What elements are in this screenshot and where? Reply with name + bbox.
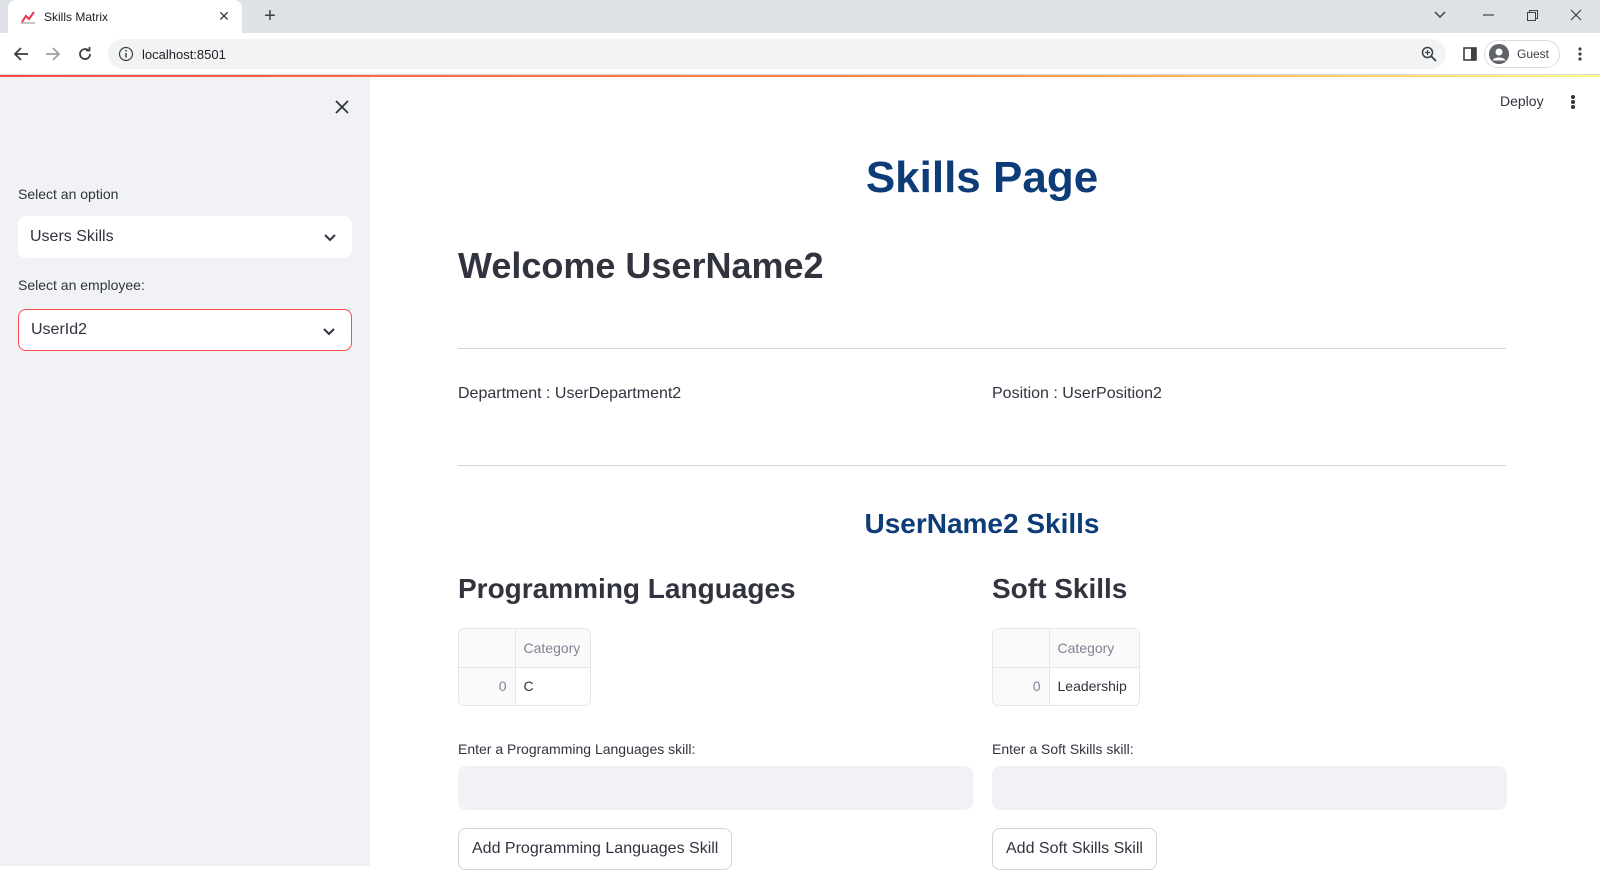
minimize-icon[interactable] [1466,0,1510,30]
address-bar[interactable]: localhost:8501 [108,39,1446,69]
table-row: 0 Leadership [993,667,1139,705]
row-value: Leadership [1057,678,1127,695]
welcome-heading: Welcome UserName2 [458,245,824,286]
row-index: 0 [459,667,516,705]
tab-search-icon[interactable] [1418,0,1462,30]
guest-avatar-icon [1489,44,1509,64]
soft-skill-input[interactable] [992,766,1507,810]
add-soft-skill-button[interactable]: Add Soft Skills Skill [992,828,1157,870]
index-header [993,629,1050,668]
divider [458,465,1506,466]
employee-select[interactable]: UserId2 [18,309,352,351]
chevron-down-icon [321,323,337,339]
back-icon[interactable] [9,42,33,66]
browser-toolbar: localhost:8501 Guest [0,33,1600,75]
deploy-button[interactable]: Deploy [1500,93,1544,109]
url-text: localhost:8501 [142,46,226,62]
chevron-down-icon [322,229,338,245]
page-title: Skills Page [865,153,1099,202]
select-employee-label: Select an employee: [18,277,145,293]
category-header: Category [515,629,590,668]
side-panel-icon[interactable] [1458,42,1482,66]
main-menu-icon[interactable] [1568,92,1578,112]
soft-skills-input-label: Enter a Soft Skills skill: [992,741,1134,757]
tab-title: Skills Matrix [44,9,109,24]
programming-heading: Programming Languages [458,573,796,604]
divider [458,348,1506,349]
category-header: Category [1049,629,1139,668]
window-close-icon[interactable] [1554,0,1598,30]
restore-icon[interactable] [1510,0,1554,30]
site-info-icon[interactable] [118,46,134,62]
reload-icon[interactable] [73,42,97,66]
profile-label: Guest [1517,47,1550,61]
index-header [459,629,516,668]
table-row: 0 C [459,667,590,705]
department-text: Department : UserDepartment2 [458,385,682,402]
sidebar: Select an option Users Skills Select an … [0,77,370,866]
browser-tab-bar: Skills Matrix ✕ + [0,0,1600,33]
row-index: 0 [993,667,1050,705]
soft-skills-heading: Soft Skills [992,573,1128,604]
profile-button[interactable]: Guest [1484,40,1560,68]
browser-menu-icon[interactable] [1568,42,1592,66]
table-header-row: Category [993,629,1139,668]
add-programming-skill-button[interactable]: Add Programming Languages Skill [458,828,733,870]
employee-select-value: UserId2 [31,321,88,338]
programming-table: Category 0 C [458,628,591,706]
forward-icon[interactable] [41,42,65,66]
position-text: Position : UserPosition2 [992,385,1162,402]
table-header-row: Category [459,629,590,668]
zoom-icon[interactable] [1420,45,1438,63]
soft-skills-table: Category 0 Leadership [992,628,1140,706]
tab-close-icon[interactable]: ✕ [216,8,232,25]
select-option-label: Select an option [18,186,119,202]
skills-title: UserName2 Skills [864,508,1100,539]
option-select-value: Users Skills [30,228,114,245]
programming-input-label: Enter a Programming Languages skill: [458,741,696,757]
option-select[interactable]: Users Skills [18,216,352,258]
browser-tab[interactable]: Skills Matrix ✕ [8,0,242,33]
new-tab-icon[interactable]: + [258,5,282,29]
row-value: C [523,678,534,695]
chart-favicon-icon [20,9,36,25]
programming-skill-input[interactable] [458,766,973,810]
sidebar-close-icon[interactable] [330,95,354,119]
